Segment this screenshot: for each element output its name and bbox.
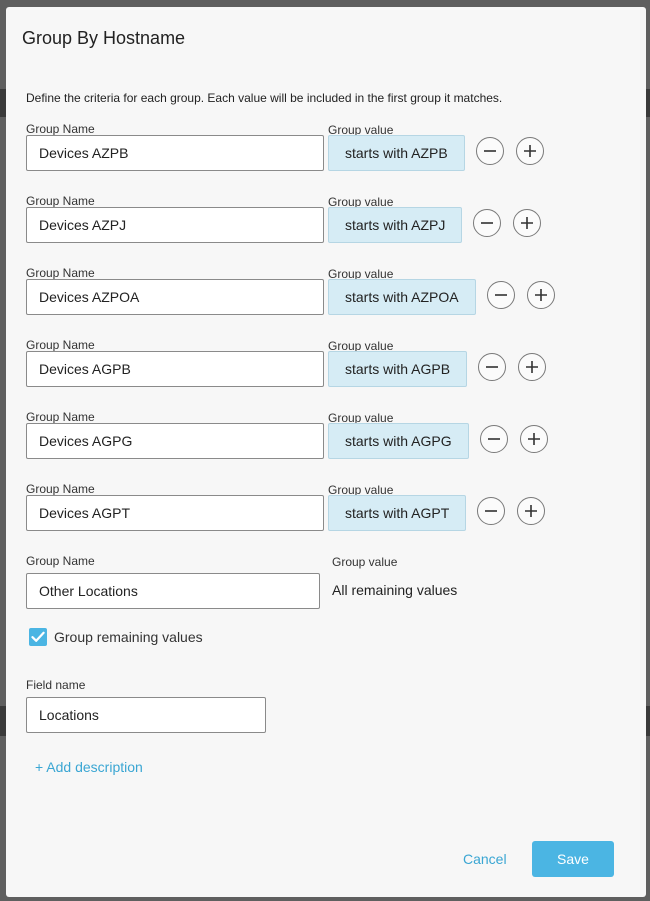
minus-icon: [486, 366, 498, 368]
group-remaining-label: Group remaining values: [54, 629, 203, 645]
minus-icon: [484, 150, 496, 152]
group-row: Group NameGroup valuestarts with AZPJ: [26, 194, 626, 254]
group-value-pill[interactable]: starts with AZPJ: [328, 207, 462, 243]
plus-icon: [526, 361, 538, 373]
group-remaining-checkbox[interactable]: [29, 628, 47, 646]
group-name-input[interactable]: [26, 135, 324, 171]
add-group-button[interactable]: [520, 425, 548, 453]
minus-icon: [488, 438, 500, 440]
group-name-input[interactable]: [26, 207, 324, 243]
plus-icon: [524, 145, 536, 157]
remove-group-button[interactable]: [477, 497, 505, 525]
group-name-input[interactable]: [26, 423, 324, 459]
save-button[interactable]: Save: [532, 841, 614, 877]
group-name-label: Group Name: [26, 194, 95, 208]
group-name-input[interactable]: [26, 351, 324, 387]
field-name-input[interactable]: [26, 697, 266, 733]
group-value-pill[interactable]: starts with AZPOA: [328, 279, 476, 315]
group-row: Group NameGroup valuestarts with AZPOA: [26, 266, 626, 326]
group-name-input[interactable]: [26, 573, 320, 609]
dialog-title: Group By Hostname: [22, 28, 186, 48]
add-group-button[interactable]: [517, 497, 545, 525]
field-name-label: Field name: [26, 678, 86, 692]
plus-icon: [525, 505, 537, 517]
group-name-label: Group Name: [26, 266, 95, 280]
dialog-intro: Define the criteria for each group. Each…: [26, 91, 503, 105]
remove-group-button[interactable]: [478, 353, 506, 381]
group-by-dialog: Group By Hostname Define the criteria fo…: [6, 7, 646, 897]
remove-group-button[interactable]: [480, 425, 508, 453]
group-remaining-toggle[interactable]: Group remaining values: [29, 628, 203, 646]
remaining-values-text: All remaining values: [332, 582, 458, 598]
minus-icon: [481, 222, 493, 224]
group-value-label: Group value: [332, 555, 398, 569]
add-group-button[interactable]: [513, 209, 541, 237]
add-group-button[interactable]: [516, 137, 544, 165]
group-value-pill[interactable]: starts with AZPB: [328, 135, 465, 171]
cancel-button[interactable]: Cancel: [463, 851, 507, 867]
remove-group-button[interactable]: [473, 209, 501, 237]
group-row: Group NameGroup valuestarts with AZPB: [26, 122, 626, 182]
group-row: Group NameGroup valuestarts with AGPG: [26, 410, 626, 470]
group-value-pill[interactable]: starts with AGPB: [328, 351, 467, 387]
minus-icon: [495, 294, 507, 296]
group-row: Group NameGroup valuestarts with AGPT: [26, 482, 626, 542]
plus-icon: [535, 289, 547, 301]
group-name-label: Group Name: [26, 122, 95, 136]
remove-group-button[interactable]: [487, 281, 515, 309]
remove-group-button[interactable]: [476, 137, 504, 165]
group-row: Group NameGroup valuestarts with AGPB: [26, 338, 626, 398]
group-name-label: Group Name: [26, 482, 95, 496]
add-group-button[interactable]: [527, 281, 555, 309]
group-name-input[interactable]: [26, 279, 324, 315]
group-row-remaining: Group Name Group value All remaining val…: [26, 554, 626, 614]
plus-icon: [528, 433, 540, 445]
group-name-input[interactable]: [26, 495, 324, 531]
minus-icon: [485, 510, 497, 512]
check-icon: [31, 631, 45, 642]
group-name-label: Group Name: [26, 554, 95, 568]
group-name-label: Group Name: [26, 410, 95, 424]
group-value-pill[interactable]: starts with AGPG: [328, 423, 469, 459]
plus-icon: [521, 217, 533, 229]
group-value-pill[interactable]: starts with AGPT: [328, 495, 466, 531]
group-name-label: Group Name: [26, 338, 95, 352]
add-description-link[interactable]: + Add description: [35, 759, 143, 775]
add-group-button[interactable]: [518, 353, 546, 381]
